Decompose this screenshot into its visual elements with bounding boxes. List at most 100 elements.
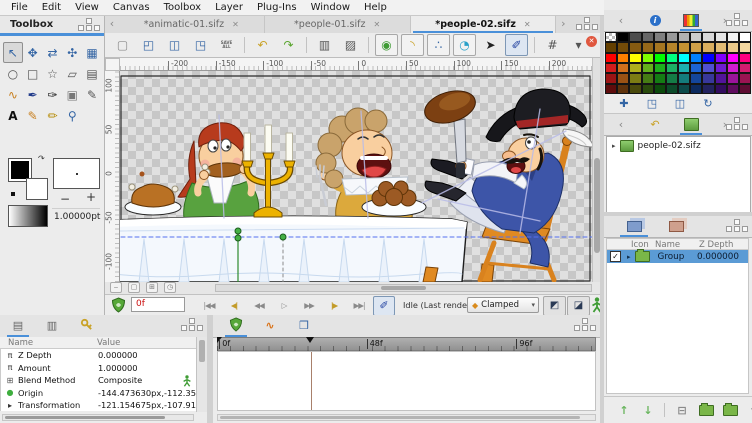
refresh-palette-button[interactable]: ↻ <box>696 95 720 112</box>
layer-visibility-checkbox[interactable]: ✓ <box>610 251 621 262</box>
tab-history[interactable]: ↶ <box>642 116 668 133</box>
palette-swatch[interactable] <box>702 84 714 94</box>
toggle-grid-button[interactable]: # <box>541 34 564 56</box>
palette-swatch[interactable] <box>642 42 654 52</box>
duplicate-view-button[interactable]: ▢ <box>128 282 140 293</box>
vertical-ruler[interactable]: 100500-50-100 <box>105 71 120 282</box>
tab-children[interactable]: ▥ <box>38 317 66 335</box>
palette-swatch[interactable] <box>727 42 739 52</box>
tab-sets[interactable] <box>660 218 692 235</box>
palette-swatch[interactable] <box>629 84 641 94</box>
palette-swatch[interactable] <box>678 53 690 63</box>
palette-swatch[interactable] <box>642 84 654 94</box>
menu-file[interactable]: File <box>4 1 35 14</box>
palette-swatch[interactable] <box>739 42 751 52</box>
param-value[interactable]: Composite <box>98 375 142 385</box>
param-value[interactable]: 0.000000 <box>98 350 138 360</box>
palette-swatch[interactable] <box>727 73 739 83</box>
palette-swatch[interactable] <box>629 73 641 83</box>
palette-swatch[interactable] <box>617 84 629 94</box>
decrease-line-width-button[interactable]: − <box>60 192 70 206</box>
palette-swatch[interactable] <box>678 63 690 73</box>
tab-library[interactable]: ❒ <box>289 317 319 335</box>
param-value[interactable]: 1.000000 <box>98 363 138 373</box>
palette-swatch[interactable] <box>654 53 666 63</box>
tab-scroll-left[interactable]: ‹ <box>105 16 119 33</box>
palette-swatch[interactable] <box>654 32 666 42</box>
palette-swatch[interactable] <box>702 73 714 83</box>
palette-swatch[interactable] <box>605 42 617 52</box>
canvas-browser-item[interactable]: ▸ people-02.sifz <box>607 137 750 152</box>
rectangle-tool[interactable]: □ <box>23 63 43 84</box>
close-icon[interactable]: ✕ <box>586 36 597 47</box>
panel-dock-controls[interactable] <box>574 318 598 333</box>
fill-arrow-button[interactable]: ➤ <box>479 34 502 56</box>
polygon-tool[interactable]: ▱ <box>62 63 82 84</box>
palette-swatch[interactable] <box>727 84 739 94</box>
save-all-button[interactable]: SAVE ALL <box>215 34 238 56</box>
panel-dock-controls[interactable] <box>78 18 102 33</box>
palette-swatch[interactable] <box>605 53 617 63</box>
tab-palette[interactable] <box>678 12 704 29</box>
palette-swatch[interactable] <box>715 73 727 83</box>
next-frame-button[interactable]: ▶▶ <box>297 296 321 314</box>
param-row-amount[interactable]: πAmount1.000000 <box>1 362 196 375</box>
param-row-z-depth[interactable]: πZ Depth0.000000 <box>1 349 196 362</box>
star-tool[interactable]: ☆ <box>43 63 63 84</box>
animate-mode-toggle-button[interactable]: ✐ <box>505 34 528 56</box>
tab-keyframes[interactable] <box>72 317 100 335</box>
menu-edit[interactable]: Edit <box>35 1 68 14</box>
background-color-swatch[interactable] <box>26 178 48 200</box>
open-palette-button[interactable]: ◫ <box>668 95 692 112</box>
eyedrop-tool[interactable]: ✎ <box>82 84 102 105</box>
palette-swatch[interactable] <box>739 32 751 42</box>
palette-swatch[interactable] <box>666 84 678 94</box>
params-vertical-scrollbar[interactable] <box>196 337 207 412</box>
tab-people02sifz[interactable]: *people-02.sifz✕ <box>411 16 557 33</box>
seek-begin-button[interactable]: |◀◀ <box>197 296 221 314</box>
palette-swatch[interactable] <box>690 42 702 52</box>
tab-layers[interactable] <box>618 218 650 235</box>
canvas-tool[interactable]: ▦ <box>82 42 102 63</box>
add-color-button[interactable]: ✚ <box>612 95 636 112</box>
palette-swatch[interactable] <box>702 32 714 42</box>
panel-dock-controls[interactable] <box>181 318 205 333</box>
animate-mode-button[interactable]: ✐ <box>373 296 395 316</box>
palette-swatch[interactable] <box>678 32 690 42</box>
palette-swatch[interactable] <box>666 42 678 52</box>
seek-next-keyframe-button[interactable]: |▶ <box>322 296 346 314</box>
timebar-ruler[interactable]: 0f48f96f <box>217 337 596 351</box>
menu-plugins[interactable]: Plug-Ins <box>250 1 304 14</box>
palette-swatch[interactable] <box>690 53 702 63</box>
cut-layer-button[interactable]: ⊟ <box>672 401 692 419</box>
palette-swatch[interactable] <box>666 73 678 83</box>
palette-swatch[interactable] <box>727 53 739 63</box>
palette-swatch[interactable] <box>605 73 617 83</box>
zoom-tool[interactable]: ⚲ <box>62 105 82 126</box>
timetrack-area[interactable] <box>217 351 596 411</box>
param-value[interactable]: -121.154675px,-107.9105 <box>98 400 196 410</box>
text-tool[interactable]: A <box>3 105 23 126</box>
save-file-button[interactable]: ◫ <box>163 34 186 56</box>
open-file-button[interactable]: ◰ <box>137 34 160 56</box>
canvas-horizontal-scrollbar[interactable] <box>215 284 592 292</box>
palette-swatch[interactable] <box>617 32 629 42</box>
time-cursor-marker[interactable] <box>306 337 314 343</box>
prev-frame-button[interactable]: ◀◀ <box>247 296 271 314</box>
smooth-move-tool[interactable]: ✥ <box>23 42 43 63</box>
lower-layer-button[interactable]: ↓ <box>638 401 658 419</box>
seek-prev-keyframe-button[interactable]: ◀| <box>222 296 246 314</box>
expander-icon[interactable]: ▸ <box>627 253 631 261</box>
preview-button[interactable]: ▨ <box>339 34 362 56</box>
fit-canvas-button[interactable]: ⊞ <box>146 282 158 293</box>
past-onion-skin-button[interactable]: ◩ <box>543 296 566 316</box>
gradient-tool[interactable]: ▤ <box>82 63 102 84</box>
interpolation-dropdown[interactable]: ◆ Clamped ▾ <box>467 297 539 313</box>
ink-tool[interactable]: ✑ <box>43 84 63 105</box>
palette-swatch[interactable] <box>715 84 727 94</box>
palette-swatch[interactable] <box>690 32 702 42</box>
panel-dock-controls[interactable] <box>726 117 750 132</box>
palette-swatch[interactable] <box>617 53 629 63</box>
draw-tool[interactable]: ✒ <box>23 84 43 105</box>
snap-toggle-button[interactable]: ◝ <box>401 34 424 56</box>
